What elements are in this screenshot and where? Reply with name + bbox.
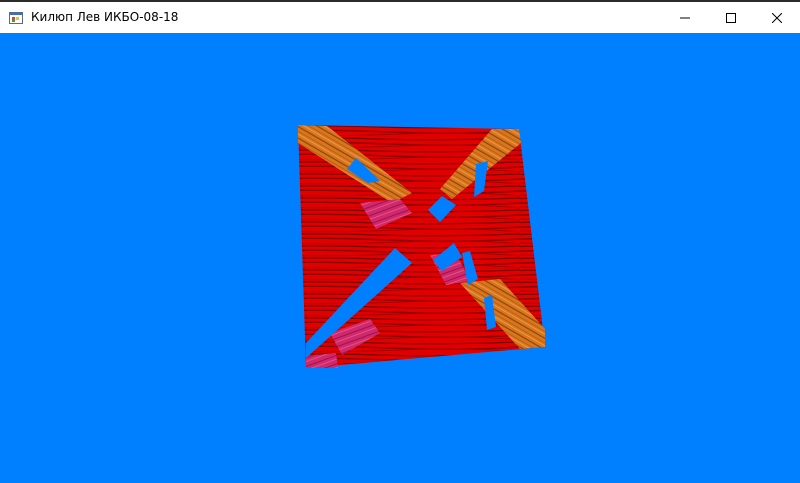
maximize-button[interactable] [708,2,754,33]
window-title: Килюп Лев ИКБО-08-18 [31,10,179,24]
close-icon [772,12,782,23]
app-icon[interactable] [9,10,23,24]
application-window: Килюп Лев ИКБО-08-18 [0,0,800,483]
title-bar[interactable]: Килюп Лев ИКБО-08-18 [0,2,800,33]
maximize-icon [726,12,736,23]
textured-cube [298,125,545,368]
minimize-button[interactable] [662,2,708,33]
minimize-icon [680,13,690,23]
close-button[interactable] [754,2,800,33]
opengl-viewport[interactable] [0,33,800,483]
